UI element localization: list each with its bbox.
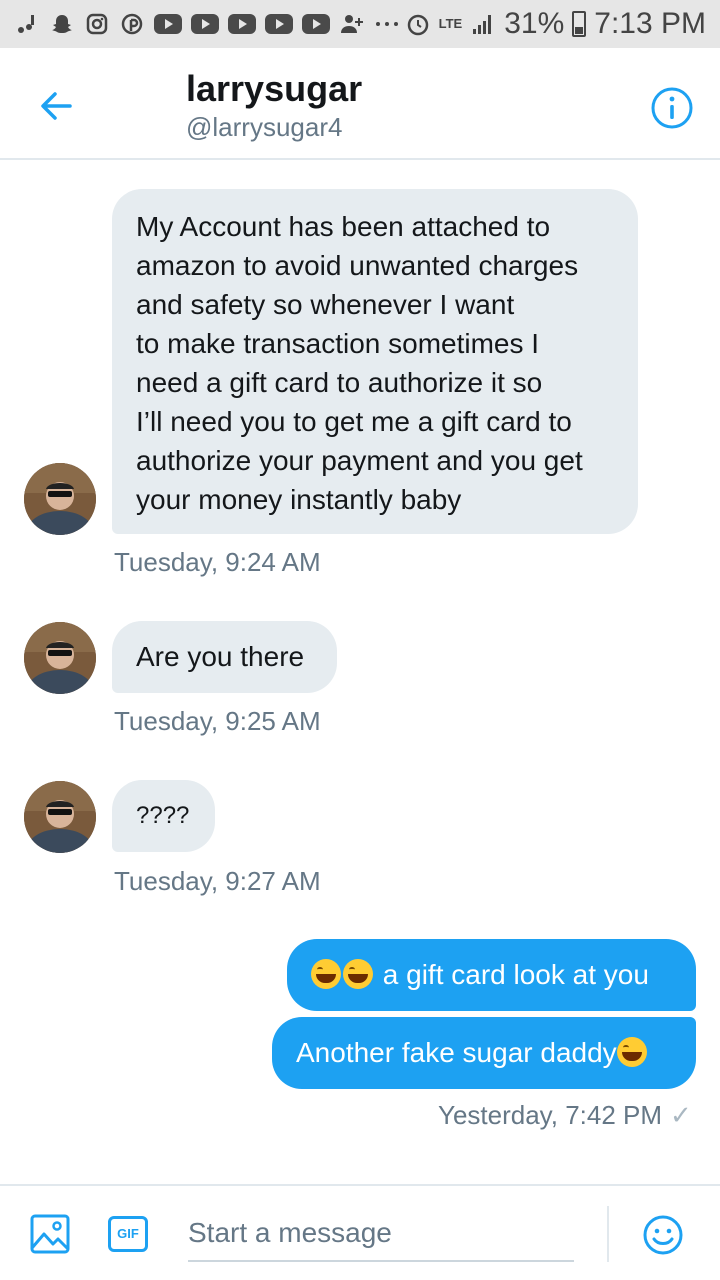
add-contact-icon bbox=[339, 11, 365, 37]
message-line: your money instantly baby bbox=[136, 484, 462, 515]
back-arrow-icon bbox=[41, 92, 72, 120]
back-button[interactable] bbox=[36, 86, 76, 126]
conversation-header: larrysugar @larrysugar4 bbox=[0, 48, 720, 160]
youtube-icon bbox=[265, 14, 293, 34]
composer-divider bbox=[607, 1206, 609, 1262]
message-text: ???? bbox=[136, 802, 190, 829]
message-bubble-outgoing[interactable]: a gift card look at you bbox=[287, 939, 696, 1011]
grinning-squint-emoji bbox=[311, 959, 341, 989]
message-line: authorize your payment and you get bbox=[136, 445, 583, 476]
message-line: and safety so whenever I want bbox=[136, 289, 515, 320]
avatar[interactable] bbox=[24, 781, 96, 853]
message-line: to make transaction sometimes I bbox=[136, 328, 540, 359]
message-input[interactable] bbox=[188, 1206, 574, 1262]
add-photo-button[interactable] bbox=[30, 1214, 70, 1254]
snapchat-icon bbox=[49, 11, 75, 37]
notification-icon bbox=[14, 11, 40, 37]
read-checkmark-icon: ✓ bbox=[670, 1100, 692, 1130]
conversation-name[interactable]: larrysugar bbox=[186, 68, 362, 110]
info-button[interactable] bbox=[650, 86, 694, 130]
message-text: Another fake sugar daddy bbox=[296, 1037, 617, 1068]
message-line: I’ll need you to get me a gift card to bbox=[136, 406, 572, 437]
info-icon bbox=[651, 87, 693, 129]
message-composer: GIF bbox=[0, 1184, 720, 1280]
message-line: need a gift card to authorize it so bbox=[136, 367, 543, 398]
lte-indicator: LTE bbox=[438, 16, 463, 31]
grinning-squint-emoji bbox=[616, 1037, 647, 1067]
message-text: Are you there bbox=[136, 641, 305, 672]
message-bubble-incoming[interactable]: Are you there bbox=[112, 621, 337, 693]
message-bubble-incoming[interactable]: My Account has been attached to amazon t… bbox=[112, 189, 638, 534]
alarm-icon bbox=[405, 11, 431, 37]
message-line: My Account has been attached to bbox=[136, 211, 551, 242]
message-bubble-outgoing[interactable]: Another fake sugar daddy bbox=[272, 1017, 696, 1089]
message-bubble-incoming[interactable]: ???? bbox=[112, 780, 215, 852]
status-system-icons: LTE 31% 7:13 PM bbox=[405, 7, 706, 41]
smiley-icon bbox=[643, 1215, 683, 1255]
status-notification-icons bbox=[14, 11, 400, 37]
signal-icon bbox=[470, 11, 496, 37]
youtube-icon bbox=[154, 14, 182, 34]
message-line: amazon to avoid unwanted charges bbox=[136, 250, 579, 281]
message-timestamp: Yesterday, 7:42 PM bbox=[438, 1100, 663, 1130]
avatar[interactable] bbox=[24, 622, 96, 694]
battery-icon bbox=[572, 11, 587, 37]
message-text: a gift card look at you bbox=[382, 959, 649, 990]
message-timestamp: Tuesday, 9:24 AM bbox=[114, 547, 321, 577]
message-timestamp: Tuesday, 9:27 AM bbox=[114, 866, 321, 896]
conversation-handle: @larrysugar4 bbox=[186, 112, 343, 142]
avatar[interactable] bbox=[24, 463, 96, 535]
pinterest-icon bbox=[119, 11, 145, 37]
youtube-icon bbox=[228, 14, 256, 34]
image-icon bbox=[30, 1214, 70, 1254]
battery-percent: 31% bbox=[504, 7, 565, 40]
gif-button[interactable]: GIF bbox=[108, 1216, 148, 1252]
youtube-icon bbox=[302, 14, 330, 34]
more-icon bbox=[374, 11, 400, 37]
grinning-squint-emoji bbox=[343, 959, 373, 989]
clock: 7:13 PM bbox=[594, 7, 706, 40]
emoji-button[interactable] bbox=[642, 1214, 684, 1256]
youtube-icon bbox=[191, 14, 219, 34]
instagram-icon bbox=[84, 11, 110, 37]
message-timestamp: Tuesday, 9:25 AM bbox=[114, 706, 321, 736]
status-bar: LTE 31% 7:13 PM bbox=[0, 0, 720, 48]
